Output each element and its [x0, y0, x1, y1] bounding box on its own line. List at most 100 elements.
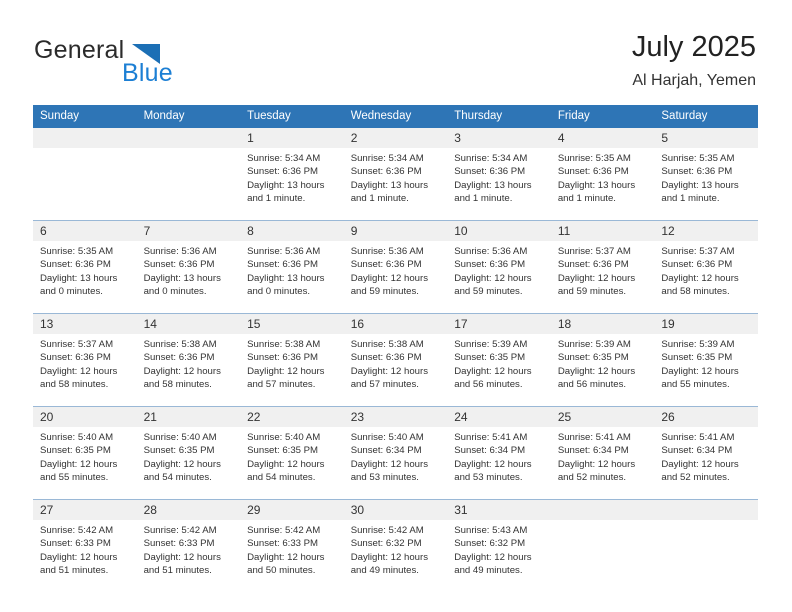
day-cell[interactable]: Sunrise: 5:37 AM Sunset: 6:36 PM Daylight:…: [33, 334, 137, 406]
day-detail-line: Sunrise: 5:36 AM: [247, 246, 321, 257]
day-detail-line: Sunset: 6:36 PM: [40, 352, 111, 364]
day-number[interactable]: 20: [33, 407, 137, 427]
day-detail-line: Daylight: 12 hours: [557, 272, 636, 284]
day-number[interactable]: 30: [343, 500, 448, 520]
day-detail-line: Sunset: 6:34 PM: [661, 445, 733, 457]
day-detail-line: Sunset: 6:33 PM: [247, 538, 319, 550]
day-detail-line: and 56 minutes.: [557, 379, 627, 391]
day-detail-line: Daylight: 13 hours: [247, 272, 325, 284]
day-number-empty: [654, 500, 758, 520]
day-detail-line: Daylight: 12 hours: [661, 365, 739, 377]
day-number[interactable]: 18: [550, 314, 655, 334]
day-cell[interactable]: Sunrise: 5:37 AM Sunset: 6:36 PM Daylight:…: [654, 241, 758, 313]
day-cell[interactable]: Sunrise: 5:35 AM Sunset: 6:36 PM Daylight:…: [550, 148, 655, 220]
day-cell[interactable]: Sunrise: 5:39 AM Sunset: 6:35 PM Daylight:…: [550, 334, 655, 406]
day-cell[interactable]: Sunrise: 5:34 AM Sunset: 6:36 PM Daylight:…: [343, 148, 448, 220]
day-number[interactable]: 19: [654, 314, 758, 334]
day-number[interactable]: 27: [33, 500, 137, 520]
day-detail-line: Daylight: 13 hours: [557, 179, 636, 191]
day-number[interactable]: 15: [240, 314, 344, 334]
day-detail-line: Sunset: 6:36 PM: [350, 166, 422, 178]
day-cell[interactable]: Sunrise: 5:36 AM Sunset: 6:36 PM Daylight:…: [343, 241, 448, 313]
day-number[interactable]: 12: [654, 221, 758, 241]
day-cell[interactable]: Sunrise: 5:43 AM Sunset: 6:32 PM Daylight:…: [447, 520, 551, 592]
day-number[interactable]: 3: [447, 128, 551, 148]
day-number[interactable]: 7: [136, 221, 241, 241]
day-detail-line: and 59 minutes.: [454, 286, 523, 298]
day-cell[interactable]: Sunrise: 5:42 AM Sunset: 6:33 PM Daylight:…: [240, 520, 344, 592]
day-cell[interactable]: Sunrise: 5:39 AM Sunset: 6:35 PM Daylight:…: [447, 334, 551, 406]
day-number[interactable]: 14: [136, 314, 241, 334]
day-cell[interactable]: Sunrise: 5:42 AM Sunset: 6:33 PM Daylight:…: [136, 520, 241, 592]
day-detail-line: and 49 minutes.: [350, 565, 419, 577]
day-number[interactable]: 17: [447, 314, 551, 334]
day-detail-line: Sunrise: 5:37 AM: [557, 246, 631, 257]
day-cell[interactable]: Sunrise: 5:34 AM Sunset: 6:36 PM Daylight:…: [240, 148, 344, 220]
day-cell[interactable]: Sunrise: 5:41 AM Sunset: 6:34 PM Daylight:…: [654, 427, 758, 499]
day-number[interactable]: 2: [343, 128, 448, 148]
day-cell[interactable]: Sunrise: 5:36 AM Sunset: 6:36 PM Daylight:…: [240, 241, 344, 313]
day-cell[interactable]: Sunrise: 5:39 AM Sunset: 6:35 PM Daylight:…: [654, 334, 758, 406]
day-number[interactable]: 5: [654, 128, 758, 148]
day-detail-line: Sunrise: 5:36 AM: [143, 246, 217, 257]
day-number[interactable]: 25: [550, 407, 655, 427]
day-cell[interactable]: Sunrise: 5:42 AM Sunset: 6:33 PM Daylight:…: [33, 520, 137, 592]
day-detail-line: Sunset: 6:32 PM: [454, 538, 526, 550]
day-number[interactable]: 1: [240, 128, 344, 148]
day-number[interactable]: 29: [240, 500, 344, 520]
day-number[interactable]: 13: [33, 314, 137, 334]
day-cell[interactable]: Sunrise: 5:40 AM Sunset: 6:35 PM Daylight:…: [136, 427, 241, 499]
day-detail-line: Daylight: 12 hours: [143, 365, 221, 377]
day-number[interactable]: 31: [447, 500, 551, 520]
day-cell[interactable]: Sunrise: 5:38 AM Sunset: 6:36 PM Daylight:…: [240, 334, 344, 406]
day-cell[interactable]: Sunrise: 5:40 AM Sunset: 6:35 PM Daylight:…: [33, 427, 137, 499]
day-detail-line: Sunset: 6:36 PM: [247, 166, 319, 178]
day-cell[interactable]: Sunrise: 5:34 AM Sunset: 6:36 PM Daylight:…: [447, 148, 551, 220]
day-detail-line: Daylight: 12 hours: [247, 365, 325, 377]
day-detail-line: Sunrise: 5:40 AM: [40, 432, 114, 443]
day-cell[interactable]: Sunrise: 5:41 AM Sunset: 6:34 PM Daylight:…: [550, 427, 655, 499]
day-number[interactable]: 21: [136, 407, 241, 427]
day-detail-line: Sunrise: 5:38 AM: [143, 339, 217, 350]
day-cell[interactable]: Sunrise: 5:40 AM Sunset: 6:34 PM Daylight:…: [343, 427, 448, 499]
day-detail-line: Sunrise: 5:39 AM: [454, 339, 528, 350]
day-number[interactable]: 8: [240, 221, 344, 241]
day-number[interactable]: 9: [343, 221, 448, 241]
day-detail-line: Sunset: 6:34 PM: [350, 445, 422, 457]
day-detail-line: Sunset: 6:35 PM: [40, 445, 111, 457]
day-number[interactable]: 6: [33, 221, 137, 241]
day-number[interactable]: 16: [343, 314, 448, 334]
day-detail-line: Sunset: 6:32 PM: [350, 538, 422, 550]
day-detail-line: Sunrise: 5:42 AM: [350, 525, 424, 536]
calendar-table: Sunday Monday Tuesday Wednesday Thursday Frid…: [33, 105, 758, 592]
day-number[interactable]: 22: [240, 407, 344, 427]
day-detail-line: Sunset: 6:36 PM: [40, 259, 111, 271]
day-detail-line: Sunrise: 5:34 AM: [350, 153, 424, 164]
day-cell[interactable]: Sunrise: 5:35 AM Sunset: 6:36 PM Daylight:…: [654, 148, 758, 220]
day-cell[interactable]: Sunrise: 5:37 AM Sunset: 6:36 PM Daylight:…: [550, 241, 655, 313]
day-number[interactable]: 11: [550, 221, 655, 241]
day-cell[interactable]: Sunrise: 5:36 AM Sunset: 6:36 PM Daylight:…: [136, 241, 241, 313]
day-number[interactable]: 10: [447, 221, 551, 241]
day-detail-line: and 58 minutes.: [40, 379, 109, 391]
day-cell[interactable]: Sunrise: 5:36 AM Sunset: 6:36 PM Daylight:…: [447, 241, 551, 313]
day-detail-line: Daylight: 12 hours: [557, 365, 636, 377]
day-detail-line: and 1 minute.: [247, 193, 306, 205]
day-detail-line: Sunrise: 5:36 AM: [350, 246, 424, 257]
logo-text-general: General: [34, 36, 125, 64]
day-cell[interactable]: Sunrise: 5:41 AM Sunset: 6:34 PM Daylight:…: [447, 427, 551, 499]
day-cell[interactable]: Sunrise: 5:35 AM Sunset: 6:36 PM Daylight:…: [33, 241, 137, 313]
day-cell[interactable]: Sunrise: 5:38 AM Sunset: 6:36 PM Daylight:…: [343, 334, 448, 406]
weekday-header-tuesday: Tuesday: [240, 105, 344, 128]
day-cell[interactable]: Sunrise: 5:42 AM Sunset: 6:32 PM Daylight:…: [343, 520, 448, 592]
day-cell[interactable]: Sunrise: 5:40 AM Sunset: 6:35 PM Daylight:…: [240, 427, 344, 499]
day-number[interactable]: 23: [343, 407, 448, 427]
day-detail-line: Sunset: 6:34 PM: [557, 445, 629, 457]
day-cell[interactable]: Sunrise: 5:38 AM Sunset: 6:36 PM Daylight:…: [136, 334, 241, 406]
day-number[interactable]: 28: [136, 500, 241, 520]
day-detail-line: Sunrise: 5:40 AM: [350, 432, 424, 443]
day-detail-line: and 53 minutes.: [350, 472, 419, 484]
day-number[interactable]: 4: [550, 128, 655, 148]
day-number[interactable]: 26: [654, 407, 758, 427]
day-number[interactable]: 24: [447, 407, 551, 427]
